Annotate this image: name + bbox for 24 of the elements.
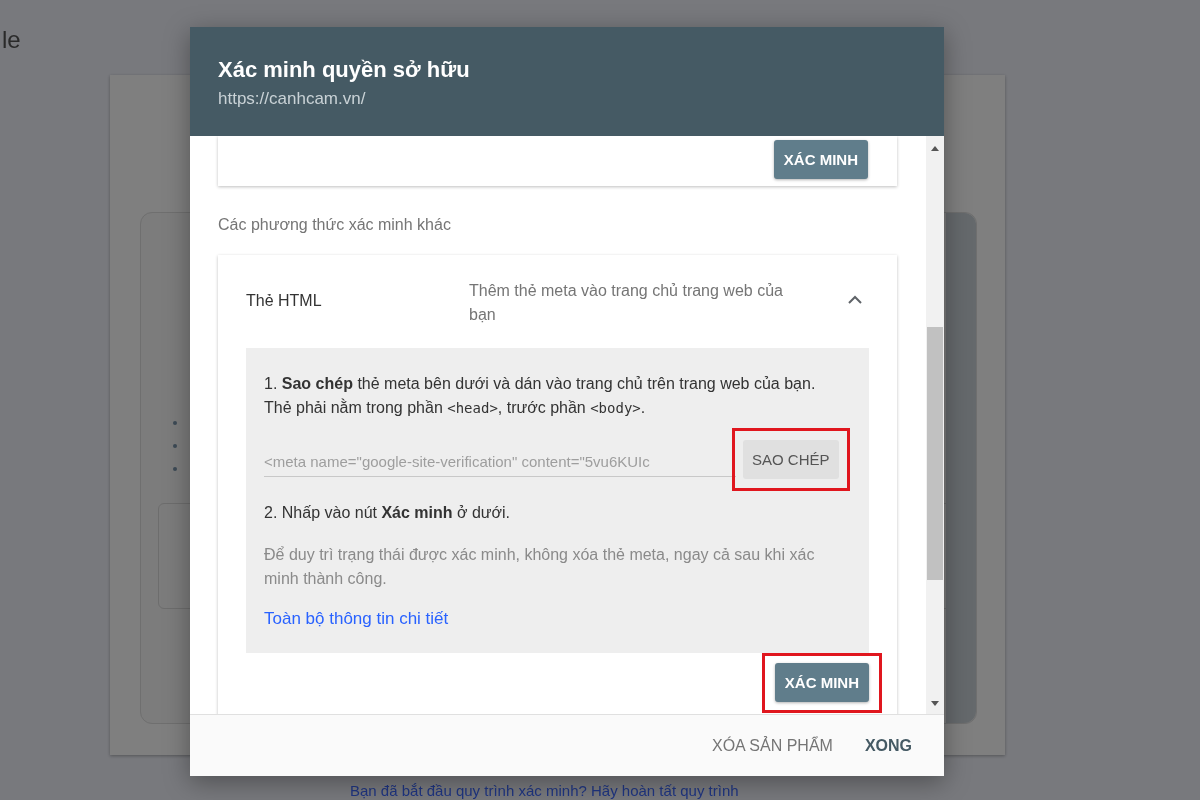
- dialog-title: Xác minh quyền sở hữu: [218, 57, 471, 83]
- verify-button[interactable]: XÁC MINH: [773, 140, 868, 179]
- bullet-icon: [173, 444, 177, 448]
- meta-tag-field[interactable]: <meta name="google-site-verification" content="5vu6KUIc: [264, 442, 736, 477]
- verify-button[interactable]: XÁC MINH: [774, 663, 869, 702]
- details-link[interactable]: Toàn bộ thông tin chi tiết: [264, 609, 851, 629]
- copy-button[interactable]: SAO CHÉP: [743, 440, 839, 479]
- remove-button[interactable]: XÓA SẢN PHẨM: [701, 728, 843, 763]
- done-button[interactable]: XONG: [854, 728, 922, 763]
- step-text: 2. Nhấp vào nút Xác minh ở dưới.: [264, 503, 512, 523]
- continue-link[interactable]: Bạn đã bắt đầu quy trình xác minh? Hãy hoàn tất quy trình: [350, 782, 739, 799]
- bullet-icon: [173, 467, 177, 471]
- step-text: 1. Sao chép thẻ meta bên dưới và dán vào trang chủ trên trang web của bạn. Thẻ phải nằm trong phần <head>, trước phần <body>.: [264, 374, 817, 418]
- scroll-up-icon[interactable]: [931, 146, 939, 151]
- note-text: Để duy trì trạng thái được xác minh, không xóa thẻ meta, ngay cả sau khi xác minh thành công.: [264, 545, 816, 589]
- site-url: https://canhcam.vn/: [218, 89, 367, 109]
- method-description: Thêm thẻ meta vào trang chủ trang web của bạn: [469, 281, 784, 325]
- scrollbar-thumb[interactable]: [927, 327, 943, 580]
- scroll-down-icon[interactable]: [931, 701, 939, 706]
- method-name[interactable]: Thẻ HTML: [246, 279, 469, 310]
- bullet-icon: [173, 421, 177, 425]
- page-title-fragment: le: [2, 26, 21, 54]
- chevron-up-icon[interactable]: [847, 294, 863, 304]
- section-label: Các phương thức xác minh khác: [218, 216, 452, 234]
